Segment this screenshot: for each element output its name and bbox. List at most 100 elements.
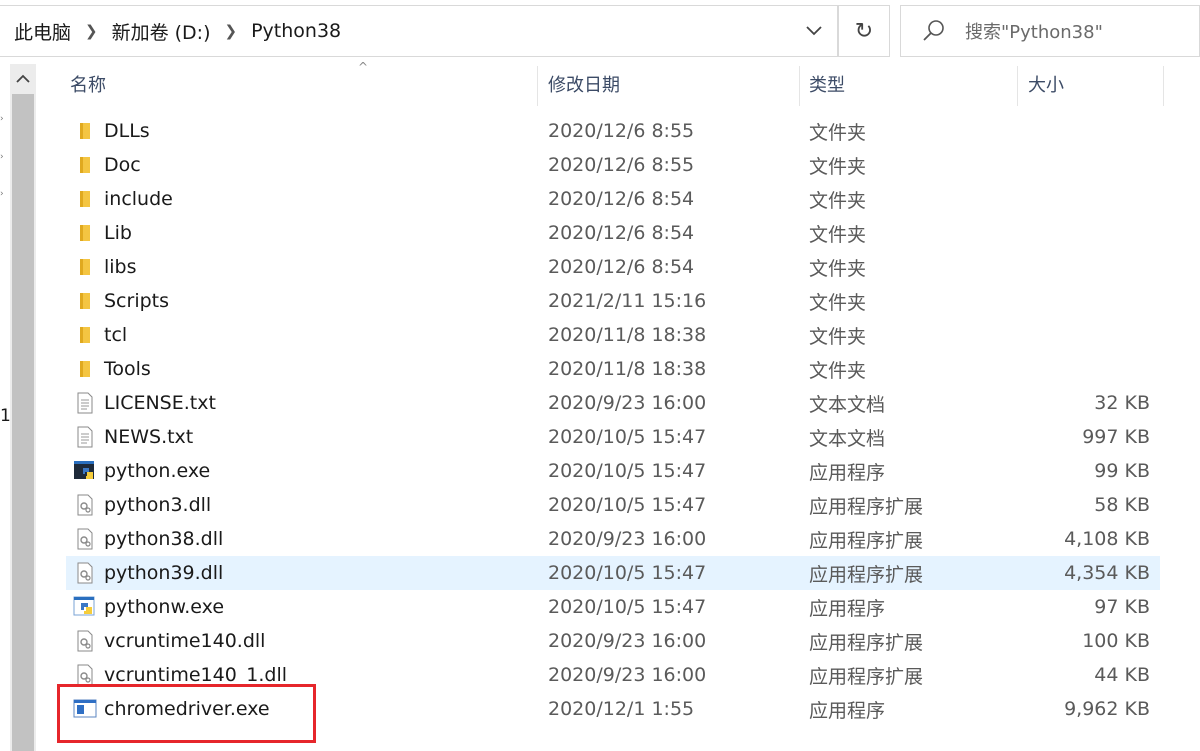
file-name: vcruntime140.dll bbox=[104, 630, 266, 652]
python-window-icon bbox=[73, 595, 97, 619]
file-row[interactable]: python38.dll 2020/9/23 16:00 应用程序扩展 4,108 K… bbox=[66, 522, 1160, 556]
column-header: ^ 名称 修改日期 类型 大小 bbox=[66, 60, 1166, 108]
file-name: python.exe bbox=[104, 460, 211, 482]
file-name: pythonw.exe bbox=[104, 596, 225, 618]
refresh-button[interactable]: ↻ bbox=[838, 5, 890, 57]
file-date: 2020/9/23 16:00 bbox=[548, 392, 707, 414]
file-row[interactable]: python.exe 2020/10/5 15:47 应用程序 99 KB bbox=[66, 454, 1160, 488]
file-date: 2020/10/5 15:47 bbox=[548, 562, 707, 584]
dll-file-icon bbox=[73, 663, 97, 687]
column-divider[interactable] bbox=[537, 66, 538, 106]
file-type: 文件夹 bbox=[809, 223, 867, 246]
file-row[interactable]: Lib 2020/12/6 8:54 文件夹 bbox=[66, 216, 1160, 250]
column-date-header[interactable]: 修改日期 bbox=[548, 64, 620, 104]
column-divider[interactable] bbox=[1163, 66, 1164, 106]
file-date: 2020/11/8 18:38 bbox=[548, 358, 707, 380]
chevron-right-icon[interactable]: ❯ bbox=[225, 22, 238, 40]
file-name: include bbox=[104, 188, 173, 210]
file-row[interactable]: vcruntime140_1.dll 2020/9/23 16:00 应用程序扩展 4… bbox=[66, 658, 1160, 692]
file-type: 应用程序 bbox=[809, 461, 886, 484]
file-type: 文本文档 bbox=[809, 427, 886, 450]
folder-icon bbox=[73, 289, 97, 313]
file-name: vcruntime140_1.dll bbox=[104, 664, 288, 686]
file-name: DLLs bbox=[104, 120, 150, 142]
file-date: 2020/10/5 15:47 bbox=[548, 426, 707, 448]
folder-icon bbox=[73, 221, 97, 245]
text-file-icon bbox=[73, 391, 97, 415]
file-row[interactable]: tcl 2020/11/8 18:38 文件夹 bbox=[66, 318, 1160, 352]
file-date: 2020/12/6 8:54 bbox=[548, 188, 695, 210]
breadcrumb-drive-d[interactable]: 新加卷 (D:) bbox=[110, 18, 213, 45]
file-date: 2020/11/8 18:38 bbox=[548, 324, 707, 346]
file-name: chromedriver.exe bbox=[104, 698, 270, 720]
file-type: 文件夹 bbox=[809, 291, 867, 314]
navigation-pane: › › › 1 bbox=[0, 64, 11, 751]
column-divider[interactable] bbox=[1017, 66, 1018, 106]
file-row[interactable]: Tools 2020/11/8 18:38 文件夹 bbox=[66, 352, 1160, 386]
file-date: 2020/12/1 1:55 bbox=[548, 698, 695, 720]
chevron-right-icon[interactable]: ❯ bbox=[85, 22, 98, 40]
file-type: 文件夹 bbox=[809, 189, 867, 212]
search-box[interactable] bbox=[900, 5, 1200, 57]
file-row[interactable]: pythonw.exe 2020/10/5 15:47 应用程序 97 KB bbox=[66, 590, 1160, 624]
file-row[interactable]: chromedriver.exe 2020/12/1 1:55 应用程序 9,962 … bbox=[66, 692, 1160, 726]
file-row[interactable]: vcruntime140.dll 2020/9/23 16:00 应用程序扩展 100… bbox=[66, 624, 1160, 658]
file-row[interactable]: python39.dll 2020/10/5 15:47 应用程序扩展 4,354 K… bbox=[66, 556, 1160, 590]
file-type: 应用程序 bbox=[809, 597, 886, 620]
file-date: 2020/12/6 8:55 bbox=[548, 154, 695, 176]
refresh-icon: ↻ bbox=[854, 18, 874, 44]
column-size-header[interactable]: 大小 bbox=[1028, 64, 1064, 104]
address-bar[interactable]: 此电脑 ❯ 新加卷 (D:) ❯ Python38 bbox=[0, 5, 838, 57]
file-date: 2021/2/11 15:16 bbox=[548, 290, 707, 312]
column-name-header[interactable]: 名称 bbox=[70, 64, 106, 104]
column-divider[interactable] bbox=[799, 66, 800, 106]
file-date: 2020/9/23 16:00 bbox=[548, 664, 707, 686]
breadcrumb: 此电脑 ❯ 新加卷 (D:) ❯ Python38 bbox=[12, 6, 343, 56]
file-type: 文件夹 bbox=[809, 121, 867, 144]
address-history-dropdown[interactable] bbox=[797, 6, 831, 56]
folder-icon bbox=[73, 119, 97, 143]
chevron-right-icon[interactable]: › bbox=[0, 114, 8, 124]
file-size: 100 KB bbox=[1082, 630, 1150, 652]
file-type: 应用程序扩展 bbox=[809, 665, 924, 688]
folder-icon bbox=[73, 357, 97, 381]
file-size: 58 KB bbox=[1094, 494, 1150, 516]
chevron-right-icon[interactable]: › bbox=[0, 152, 8, 162]
file-row[interactable]: DLLs 2020/12/6 8:55 文件夹 bbox=[66, 114, 1160, 148]
breadcrumb-python38[interactable]: Python38 bbox=[249, 20, 343, 42]
search-input[interactable] bbox=[963, 16, 1195, 48]
file-type: 应用程序扩展 bbox=[809, 631, 924, 654]
file-name: python3.dll bbox=[104, 494, 212, 516]
text-file-icon bbox=[73, 425, 97, 449]
file-type: 文件夹 bbox=[809, 257, 867, 280]
address-toolbar: 此电脑 ❯ 新加卷 (D:) ❯ Python38 ↻ bbox=[0, 0, 1200, 64]
file-row[interactable]: LICENSE.txt 2020/9/23 16:00 文本文档 32 KB bbox=[66, 386, 1160, 420]
file-row[interactable]: python3.dll 2020/10/5 15:47 应用程序扩展 58 KB bbox=[66, 488, 1160, 522]
file-size: 99 KB bbox=[1094, 460, 1150, 482]
file-row[interactable]: NEWS.txt 2020/10/5 15:47 文本文档 997 KB bbox=[66, 420, 1160, 454]
file-size: 44 KB bbox=[1094, 664, 1150, 686]
breadcrumb-this-pc[interactable]: 此电脑 bbox=[12, 18, 73, 45]
file-name: LICENSE.txt bbox=[104, 392, 216, 414]
chevron-right-icon[interactable]: › bbox=[0, 189, 8, 199]
file-name: Tools bbox=[104, 358, 151, 380]
file-date: 2020/12/6 8:55 bbox=[548, 120, 695, 142]
scrollbar-thumb[interactable] bbox=[12, 94, 34, 751]
file-type: 应用程序 bbox=[809, 699, 886, 722]
file-name: tcl bbox=[104, 324, 128, 346]
file-row[interactable]: Scripts 2021/2/11 15:16 文件夹 bbox=[66, 284, 1160, 318]
nav-scrollbar[interactable] bbox=[10, 64, 36, 751]
file-type: 应用程序扩展 bbox=[809, 563, 924, 586]
column-type-header[interactable]: 类型 bbox=[809, 64, 845, 104]
file-date: 2020/9/23 16:00 bbox=[548, 630, 707, 652]
file-type: 应用程序扩展 bbox=[809, 529, 924, 552]
scroll-up-icon[interactable] bbox=[10, 64, 36, 92]
dll-file-icon bbox=[73, 493, 97, 517]
file-row[interactable]: Doc 2020/12/6 8:55 文件夹 bbox=[66, 148, 1160, 182]
file-row[interactable]: libs 2020/12/6 8:54 文件夹 bbox=[66, 250, 1160, 284]
file-size: 4,354 KB bbox=[1064, 562, 1150, 584]
file-name: Lib bbox=[104, 222, 132, 244]
folder-icon bbox=[73, 187, 97, 211]
folder-icon bbox=[73, 153, 97, 177]
file-row[interactable]: include 2020/12/6 8:54 文件夹 bbox=[66, 182, 1160, 216]
